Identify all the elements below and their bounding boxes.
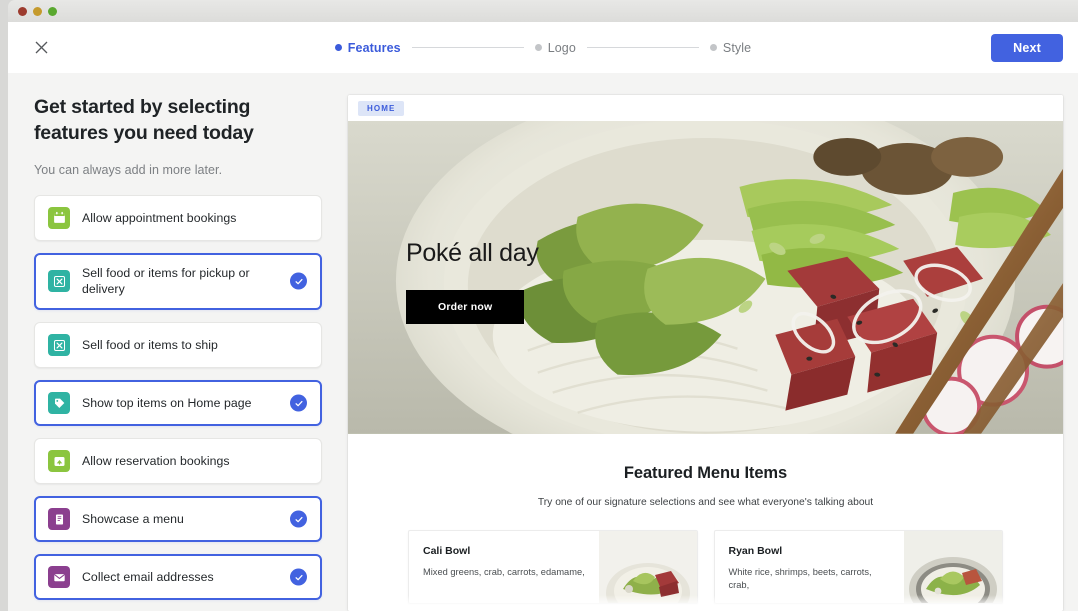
app-header: Features Logo Style Next	[8, 22, 1078, 73]
shipping-box-icon	[48, 334, 70, 357]
feature-label: Collect email addresses	[82, 569, 214, 584]
menu-card-ryan-bowl[interactable]: Ryan Bowl White rice, shrimps, beets, ca…	[713, 530, 1003, 604]
selected-check-icon	[290, 510, 307, 528]
order-now-button[interactable]: Order now	[406, 290, 525, 324]
page-subtitle: You can always add in more later.	[34, 162, 223, 177]
step-label: Style	[722, 40, 752, 55]
calendar-icon	[48, 206, 70, 229]
next-button[interactable]: Next	[991, 33, 1063, 62]
feature-label: Showcase a menu	[82, 511, 184, 526]
menu-card-cali-bowl[interactable]: Cali Bowl Mixed greens, crab, carrots, e…	[408, 530, 698, 604]
feature-label: Show top items on Home page	[82, 395, 252, 410]
feature-card-sell-pickup-delivery[interactable]: Sell food or items for pickup or deliver…	[34, 252, 322, 311]
features-panel: Get started by selecting features you ne…	[8, 73, 348, 611]
feature-label: Allow appointment bookings	[82, 210, 237, 225]
featured-cards: Cali Bowl Mixed greens, crab, carrots, e…	[348, 530, 1063, 604]
hero-title: Poké all day	[406, 239, 539, 267]
featured-title: Featured Menu Items	[623, 464, 788, 482]
reservation-table-icon	[48, 450, 70, 473]
menu-card-image	[904, 531, 1002, 603]
menu-card-name: Ryan Bowl	[728, 545, 783, 557]
step-connector	[411, 47, 524, 48]
featured-subtitle: Try one of our signature selections and …	[537, 497, 874, 508]
price-tag-icon	[48, 392, 70, 415]
preview-bottom-fade	[348, 595, 1063, 611]
step-features[interactable]: Features	[334, 40, 401, 55]
window-titlebar	[8, 0, 1078, 22]
feature-card-appointment-bookings[interactable]: Allow appointment bookings	[34, 194, 322, 241]
step-dot-icon	[709, 44, 717, 51]
feature-label: Sell food or items to ship	[82, 337, 218, 352]
step-logo[interactable]: Logo	[534, 40, 576, 55]
close-icon[interactable]	[30, 37, 52, 59]
step-connector	[586, 47, 699, 48]
wizard-stepper: Features Logo Style	[8, 41, 1078, 55]
site-preview[interactable]: HOME Poké all day Order now Featured Men…	[348, 95, 1063, 611]
hero-content: Poké all day Order now	[406, 239, 539, 324]
nav-item-home[interactable]: HOME	[358, 100, 405, 116]
menu-card-description: Mixed greens, crab, carrots, edamame,	[423, 567, 585, 577]
step-label: Logo	[547, 40, 576, 55]
window-minimize-dot[interactable]	[33, 6, 42, 16]
envelope-icon	[48, 566, 70, 589]
feature-card-top-items-home[interactable]: Show top items on Home page	[34, 380, 322, 427]
menu-card-name: Cali Bowl	[423, 545, 471, 557]
window-maximize-dot[interactable]	[48, 6, 57, 16]
preview-hero: Poké all day Order now	[348, 121, 1063, 434]
step-dot-icon	[534, 44, 542, 51]
window-close-dot[interactable]	[18, 6, 27, 16]
step-dot-icon	[334, 44, 342, 51]
feature-list: Allow appointment bookings Sell food or …	[34, 194, 322, 611]
selected-check-icon	[290, 394, 307, 412]
feature-card-collect-emails[interactable]: Collect email addresses	[34, 554, 322, 601]
featured-section: Featured Menu Items Try one of our signa…	[348, 434, 1063, 604]
app-window: Features Logo Style Next Get started by …	[0, 0, 1078, 611]
body-area: Get started by selecting features you ne…	[8, 73, 1078, 611]
shopping-bag-icon	[48, 270, 70, 293]
feature-card-reservation-bookings[interactable]: Allow reservation bookings	[34, 438, 322, 485]
feature-card-sell-ship[interactable]: Sell food or items to ship	[34, 322, 322, 369]
selected-check-icon	[290, 568, 307, 586]
menu-card-text: Cali Bowl Mixed greens, crab, carrots, e…	[409, 531, 599, 603]
feature-label: Sell food or items for pickup or deliver…	[82, 265, 250, 297]
step-style[interactable]: Style	[709, 40, 752, 55]
step-label: Features	[347, 40, 401, 55]
feature-label: Allow reservation bookings	[82, 453, 230, 468]
menu-card-description: White rice, shrimps, beets, carrots, cra…	[728, 567, 872, 591]
preview-site-nav: HOME	[348, 95, 1063, 121]
menu-document-icon	[48, 508, 70, 531]
menu-card-image	[598, 531, 697, 603]
selected-check-icon	[290, 272, 307, 290]
feature-card-showcase-menu[interactable]: Showcase a menu	[34, 496, 322, 543]
menu-card-text: Ryan Bowl White rice, shrimps, beets, ca…	[715, 531, 905, 603]
page-title: Get started by selecting features you ne…	[34, 96, 254, 144]
